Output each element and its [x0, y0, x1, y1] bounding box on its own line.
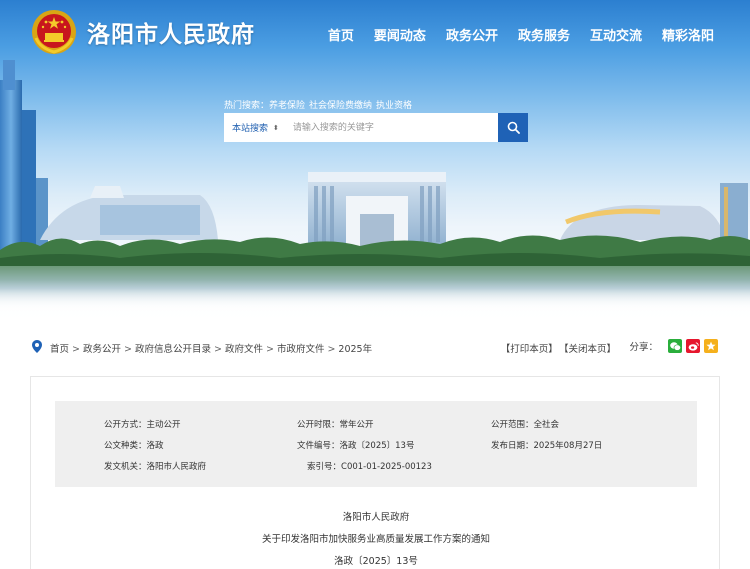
- site-logo[interactable]: 洛阳市人民政府: [30, 8, 255, 56]
- meta-value: 洛阳市人民政府: [146, 462, 207, 472]
- meta-key: 索引号：: [307, 462, 342, 472]
- header-banner: 洛阳市人民政府 首页 要闻动态 政务公开 政务服务 互动交流 精彩洛阳 热门搜索…: [0, 0, 750, 325]
- meta-disclosure-method: 公开方式：主动公开: [104, 418, 181, 430]
- meta-publish-date: 发布日期：2025年08月27日: [491, 439, 602, 451]
- meta-disclosure-scope: 公开范围：全社会: [491, 418, 559, 430]
- nav-interaction[interactable]: 互动交流: [590, 25, 642, 44]
- breadcrumb-item[interactable]: 政府文件: [225, 344, 263, 355]
- meta-disclosure-period: 公开时限：常年公开: [297, 418, 374, 430]
- document-number: 洛政〔2025〕13号: [334, 556, 418, 567]
- meta-value: 常年公开: [339, 420, 374, 430]
- national-emblem-icon: [32, 10, 76, 54]
- wechat-icon: [669, 341, 681, 351]
- share-weibo-button[interactable]: [686, 339, 700, 353]
- breadcrumb-separator: >: [327, 344, 336, 355]
- location-pin-icon: [32, 340, 42, 353]
- breadcrumb-separator: >: [124, 344, 132, 355]
- meta-document-number: 文件编号：洛政〔2025〕13号: [297, 439, 414, 451]
- meta-key: 公开时限：: [297, 420, 340, 430]
- document-issuer: 洛阳市人民政府: [342, 512, 410, 523]
- search-box: 本站搜索 ⬍: [224, 113, 498, 142]
- share-qzone-button[interactable]: [704, 339, 718, 353]
- search-input[interactable]: [286, 113, 498, 142]
- page-tools: 【打印本页】 【关闭本页】: [495, 341, 616, 355]
- meta-issuing-authority: 发文机关：洛阳市人民政府: [104, 460, 206, 472]
- search-bar: 本站搜索 ⬍: [224, 113, 528, 142]
- hot-search: 热门搜索：养老保险 社会保险费缴纳 执业资格: [224, 98, 416, 111]
- share-bar: 分享：: [629, 339, 718, 353]
- meta-key: 发文机关：: [104, 462, 147, 472]
- breadcrumb-separator: >: [265, 344, 274, 355]
- meta-value: C001-01-2025-00123: [341, 462, 432, 472]
- document-meta-table: 公开方式：主动公开 公开时限：常年公开 公开范围：全社会 公文种类：洛政 文件编…: [55, 401, 697, 487]
- print-page-link[interactable]: 【打印本页】: [501, 344, 558, 355]
- search-icon: [507, 121, 520, 134]
- qzone-icon: [706, 341, 716, 351]
- meta-value: 全社会: [533, 420, 560, 430]
- breadcrumb: 首页 > 政务公开 > 政府信息公开目录 > 政府文件 > 市政府文件 >2025年: [50, 341, 372, 355]
- meta-value: 主动公开: [146, 420, 181, 430]
- breadcrumb-separator: >: [213, 344, 222, 355]
- meta-document-type: 公文种类：洛政: [104, 439, 164, 451]
- nav-home[interactable]: 首页: [328, 25, 354, 44]
- hot-search-word[interactable]: 养老保险: [269, 101, 305, 111]
- search-button[interactable]: [498, 113, 528, 142]
- search-scope-label: 本站搜索: [232, 124, 269, 134]
- breadcrumb-item[interactable]: 政府信息公开目录: [135, 344, 211, 355]
- nav-open-government[interactable]: 政务公开: [446, 25, 498, 44]
- share-label: 分享：: [629, 342, 658, 353]
- main-nav: 首页 要闻动态 政务公开 政务服务 互动交流 精彩洛阳: [328, 25, 714, 44]
- sort-caret-icon: ⬍: [273, 123, 279, 132]
- meta-key: 文件编号：: [297, 441, 340, 451]
- meta-value: 洛政: [146, 441, 164, 451]
- meta-key: 公文种类：: [104, 441, 147, 451]
- site-title: 洛阳市人民政府: [87, 22, 255, 48]
- hot-search-label: 热门搜索：: [224, 101, 270, 111]
- nav-government-services[interactable]: 政务服务: [518, 25, 570, 44]
- share-wechat-button[interactable]: [668, 339, 682, 353]
- breadcrumb-item[interactable]: 2025年: [338, 344, 372, 355]
- meta-key: 公开方式：: [104, 420, 147, 430]
- meta-value: 2025年08月27日: [533, 441, 603, 451]
- document-heading: 洛阳市人民政府 关于印发洛阳市加快服务业高质量发展工作方案的通知 洛政〔2025…: [31, 507, 721, 569]
- meta-value: 洛政〔2025〕13号: [339, 441, 415, 451]
- hot-search-word[interactable]: 社会保险费缴纳: [309, 101, 372, 111]
- breadcrumb-separator: >: [72, 344, 80, 355]
- content-card: 公开方式：主动公开 公开时限：常年公开 公开范围：全社会 公文种类：洛政 文件编…: [30, 376, 720, 569]
- breadcrumb-item[interactable]: 政务公开: [83, 344, 121, 355]
- hot-search-word[interactable]: 执业资格: [376, 101, 412, 111]
- nav-news[interactable]: 要闻动态: [374, 25, 426, 44]
- weibo-icon: [688, 341, 699, 351]
- breadcrumb-row: 首页 > 政务公开 > 政府信息公开目录 > 政府文件 > 市政府文件 >2025年 【打印本页】…: [0, 337, 750, 357]
- breadcrumb-item[interactable]: 首页: [50, 344, 69, 355]
- search-scope-select[interactable]: 本站搜索 ⬍: [224, 121, 287, 135]
- meta-index-number: 索引号：C001-01-2025-00123: [307, 460, 432, 472]
- breadcrumb-item[interactable]: 市政府文件: [277, 344, 325, 355]
- document-title: 关于印发洛阳市加快服务业高质量发展工作方案的通知: [261, 534, 490, 545]
- meta-key: 发布日期：: [491, 441, 534, 451]
- nav-wonderful-luoyang[interactable]: 精彩洛阳: [662, 25, 714, 44]
- close-page-link[interactable]: 【关闭本页】: [564, 344, 616, 355]
- meta-key: 公开范围：: [491, 420, 534, 430]
